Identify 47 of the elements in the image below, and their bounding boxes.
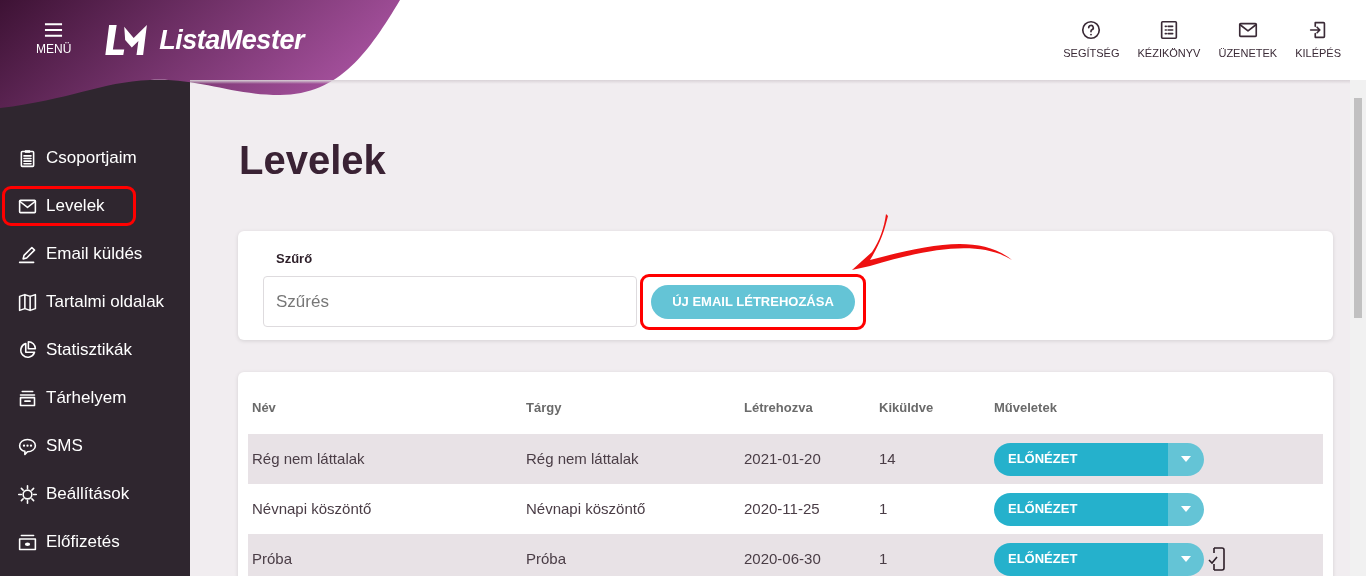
- table-cell: 1: [879, 499, 888, 517]
- menu-icon: [44, 22, 64, 37]
- book-icon: [17, 291, 38, 313]
- caret-icon: [1181, 556, 1191, 562]
- sidebar-item[interactable]: Csoportjaim: [2, 138, 180, 178]
- table-cell: Névnapi köszöntő: [526, 499, 646, 517]
- header-action[interactable]: KÉZIKÖNYV: [1128, 18, 1210, 62]
- header-action[interactable]: SEGÍTSÉG: [1054, 18, 1129, 62]
- sidebar-item[interactable]: Email küldés: [2, 234, 180, 274]
- table-cell: Rég nem láttalak: [252, 449, 365, 467]
- table-cell: Próba: [526, 549, 567, 567]
- table-cell: 2021-01-20: [744, 449, 821, 467]
- dropdown-button[interactable]: [1168, 542, 1204, 576]
- sidebar-item[interactable]: SMS: [2, 426, 180, 466]
- sidebar-item[interactable]: Levelek: [2, 186, 136, 226]
- sidebar-item[interactable]: Statisztikák: [2, 330, 180, 370]
- help-icon: [1080, 18, 1103, 41]
- filter-label: Szűrő: [276, 250, 314, 268]
- sidebar-item[interactable]: Tartalmi oldalak: [2, 282, 180, 322]
- header-action[interactable]: KILÉPÉS: [1286, 18, 1350, 62]
- column-header: Név: [252, 400, 276, 416]
- page-title: Levelek: [239, 140, 387, 180]
- header-action[interactable]: ÜZENETEK: [1209, 18, 1287, 62]
- column-header: Kiküldve: [879, 400, 934, 416]
- table-cell: 2020-06-30: [744, 549, 821, 567]
- dropdown-button[interactable]: [1168, 442, 1204, 476]
- filter-field[interactable]: Szűrés: [263, 276, 637, 327]
- pie-chart-icon: [17, 339, 38, 361]
- table-cell: Próba: [252, 549, 293, 567]
- table-cell: Rég nem láttalak: [526, 449, 639, 467]
- column-header: Létrehozva: [744, 400, 813, 416]
- sidebar-item[interactable]: Tárhelyem: [2, 378, 180, 418]
- caret-icon: [1181, 506, 1191, 512]
- sidebar-item[interactable]: Előfizetés: [2, 522, 180, 562]
- table-cell: Névnapi köszöntő: [252, 499, 372, 517]
- table-cell: 2020-11-25: [744, 499, 820, 517]
- column-header: Műveletek: [994, 400, 1057, 416]
- logo-text: ListaMester: [159, 23, 304, 57]
- table-cell: 1: [879, 549, 888, 567]
- column-header: Tárgy: [526, 400, 562, 416]
- dropdown-button[interactable]: [1168, 492, 1204, 526]
- gear-icon: [17, 483, 38, 505]
- menu-button[interactable]: MENÜ: [36, 22, 72, 58]
- table-cell: 14: [879, 449, 896, 467]
- caret-icon: [1181, 456, 1191, 462]
- sidebar-item[interactable]: Beállítások: [2, 474, 180, 514]
- scrollbar-thumb[interactable]: [1354, 98, 1362, 318]
